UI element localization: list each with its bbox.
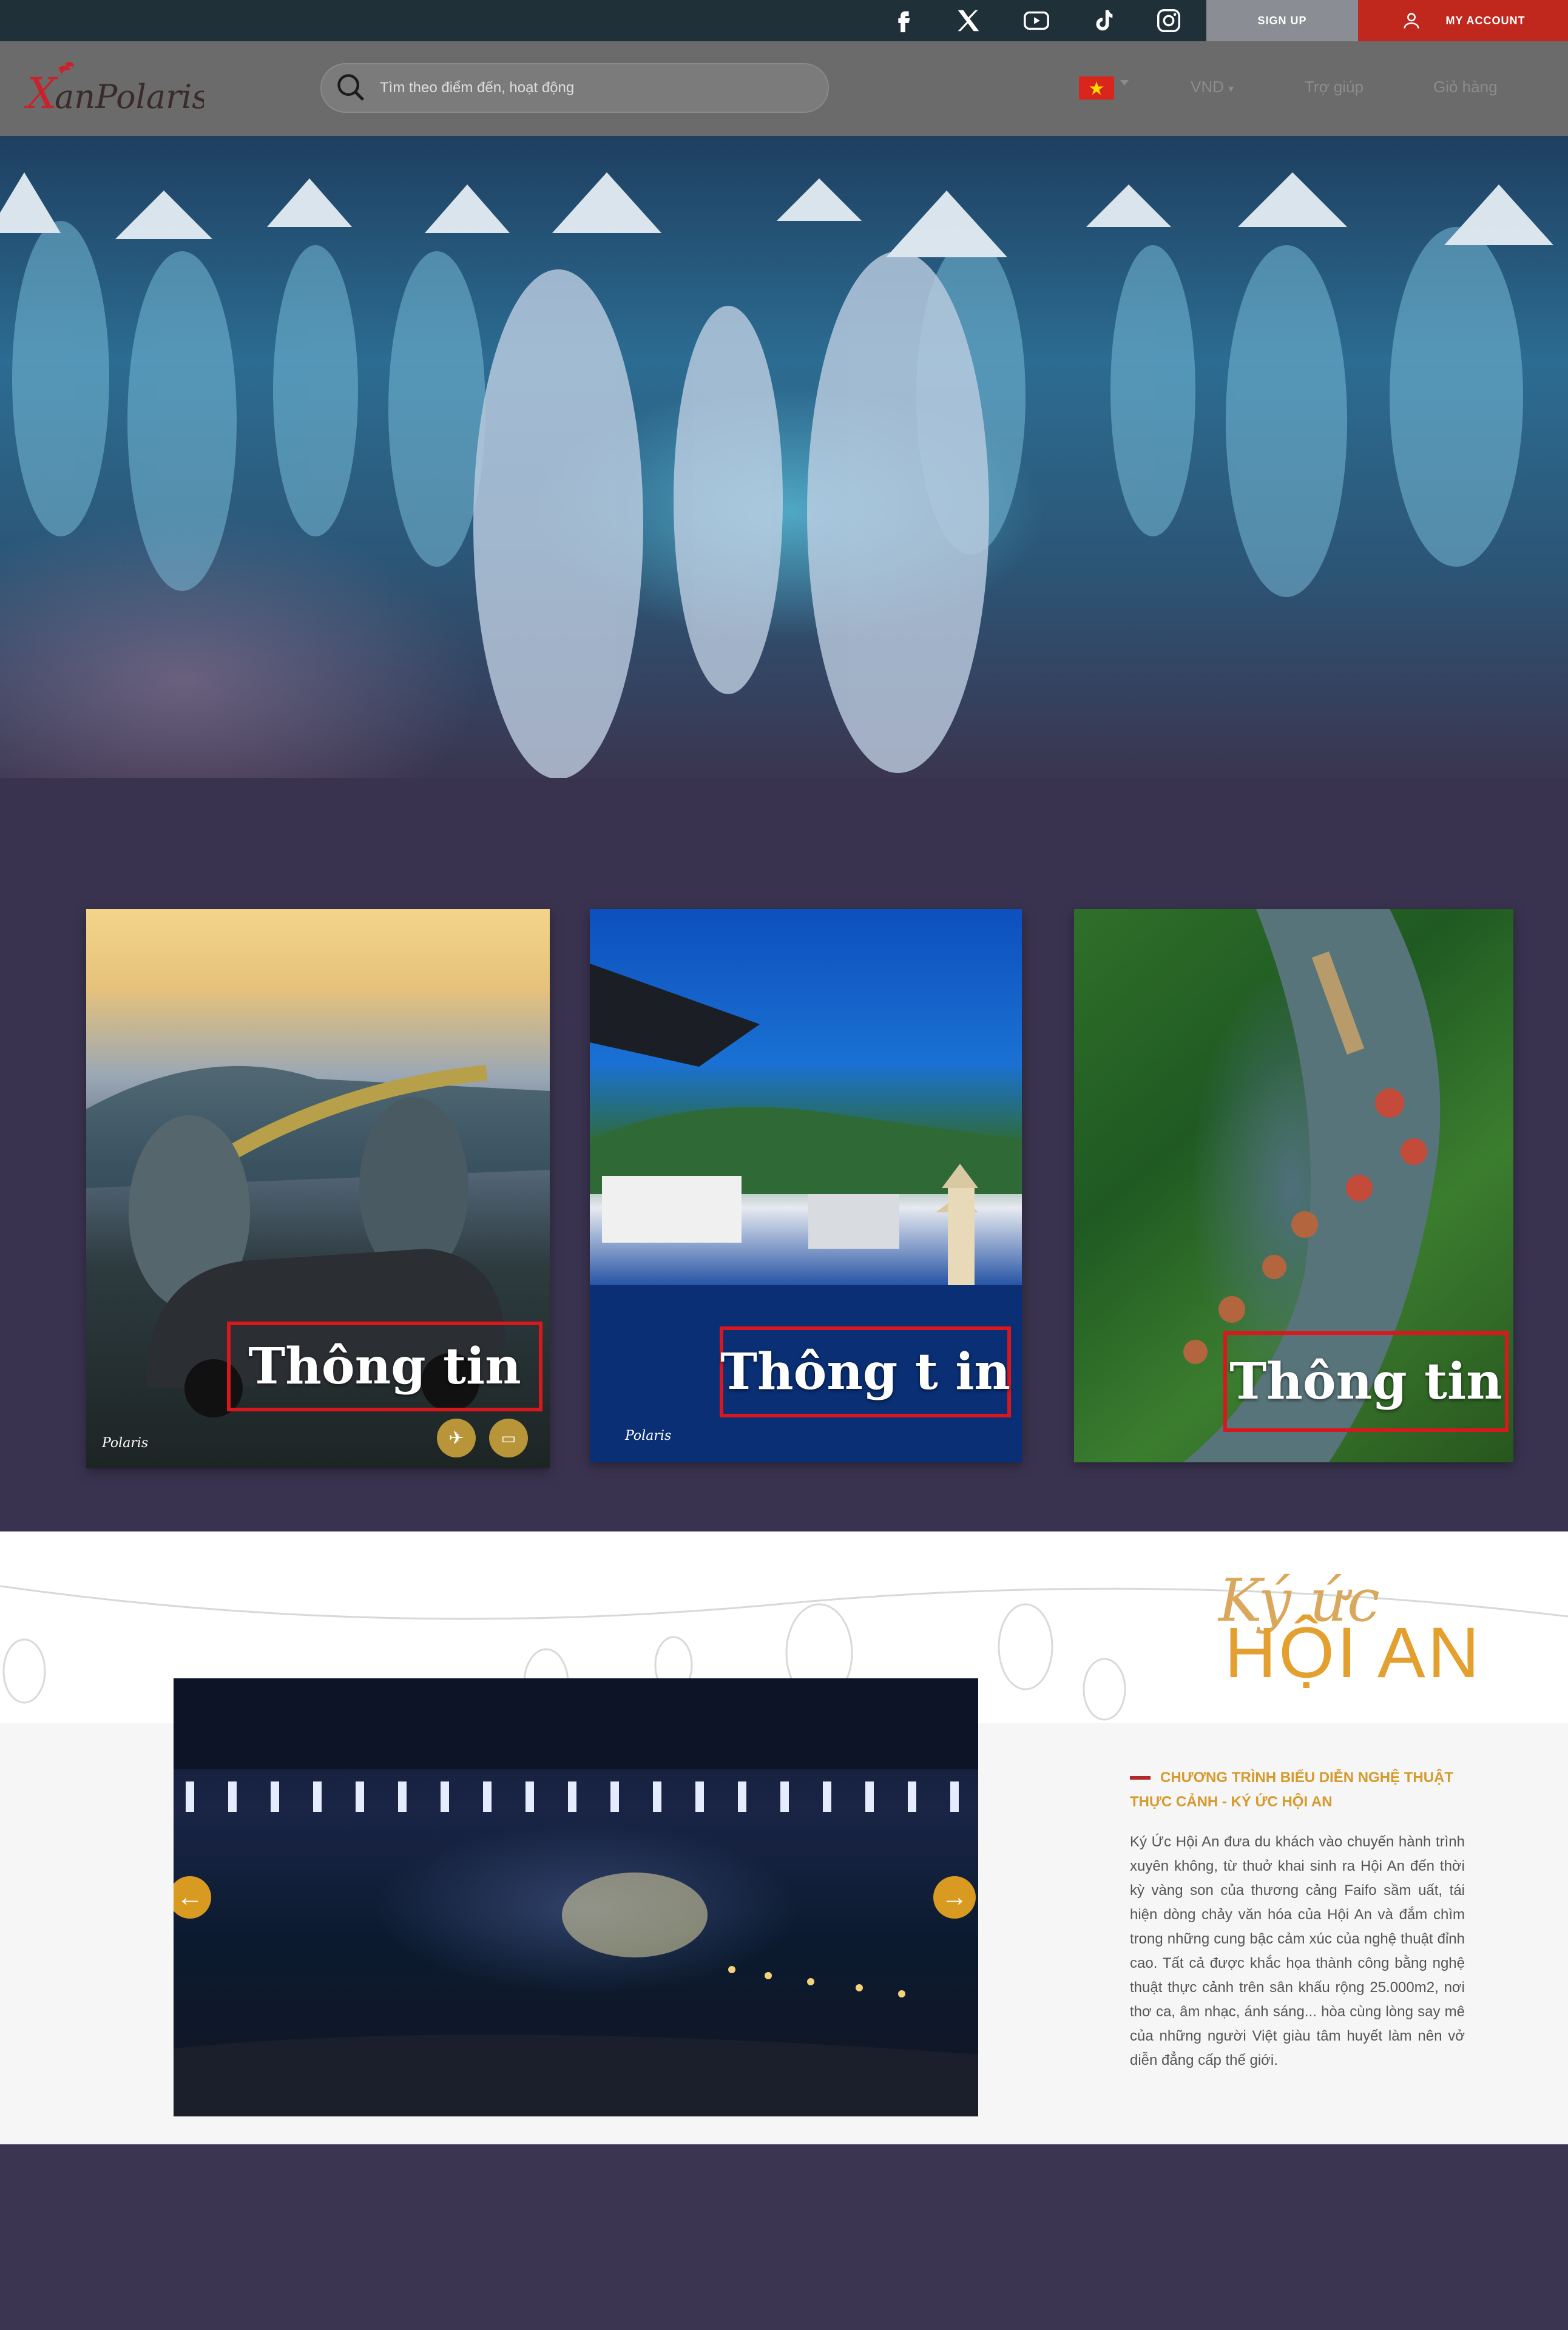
hoian-description: Ký Ức Hội An đưa du khách vào chuyến hàn… <box>1130 1834 1465 2068</box>
tour-card-2[interactable]: Thông t in Polaris <box>590 909 1022 1462</box>
hero-image <box>0 136 1568 778</box>
nav-help-link[interactable]: Trợ giúp <box>1305 78 1364 96</box>
tour-card-3[interactable]: Thông tin <box>1074 909 1513 1462</box>
currency-label: VND <box>1191 78 1224 96</box>
site-logo[interactable]: X anPolaris <box>22 53 209 120</box>
user-icon <box>1403 13 1419 29</box>
search-box[interactable] <box>320 63 829 113</box>
facebook-icon[interactable] <box>887 5 919 36</box>
slider-next-button[interactable]: → <box>933 1876 976 1919</box>
instagram-icon[interactable] <box>1153 5 1184 36</box>
sign-up-button[interactable]: SIGN UP <box>1206 0 1358 41</box>
language-flag-vn[interactable] <box>1079 76 1114 100</box>
youtube-icon[interactable] <box>1021 5 1052 36</box>
card-info-label-3[interactable]: Thông tin <box>1223 1331 1509 1432</box>
x-icon[interactable] <box>953 5 984 36</box>
svg-text:X: X <box>24 69 59 118</box>
chevron-down-icon: ▾ <box>1228 83 1234 95</box>
car-icon[interactable]: ▭ <box>489 1419 528 1457</box>
card-logo-1: Polaris <box>102 1436 149 1451</box>
search-input[interactable] <box>379 79 794 97</box>
card-info-label-1[interactable]: Thông tin <box>227 1322 542 1411</box>
nav-cart-link[interactable]: Giỏ hàng <box>1433 78 1498 96</box>
currency-select[interactable]: VND ▾ <box>1191 78 1234 96</box>
plane-icon[interactable]: ✈ <box>437 1419 476 1457</box>
hoian-title: HỘI AN <box>1225 1613 1482 1693</box>
tour-card-1[interactable]: Thông tin Polaris ✈ ▭ <box>86 909 550 1468</box>
chevron-down-icon <box>1120 80 1129 86</box>
tiktok-icon[interactable] <box>1087 5 1119 36</box>
card-logo-2: Polaris <box>625 1428 672 1444</box>
show-image-slider[interactable]: ← → <box>174 1678 978 2116</box>
svg-text:anPolaris: anPolaris <box>55 78 204 116</box>
footer <box>0 2144 1568 2330</box>
search-icon <box>337 74 365 101</box>
show-image <box>174 1678 978 2116</box>
card-info-label-2[interactable]: Thông t in <box>720 1326 1011 1417</box>
hoian-subtitle: CHƯƠNG TRÌNH BIỂU DIỄN NGHỆ THUẬT THỰC C… <box>1130 1769 1454 1810</box>
my-account-label: MY ACCOUNT <box>1445 14 1526 27</box>
my-account-button[interactable]: MY ACCOUNT <box>1358 0 1568 41</box>
